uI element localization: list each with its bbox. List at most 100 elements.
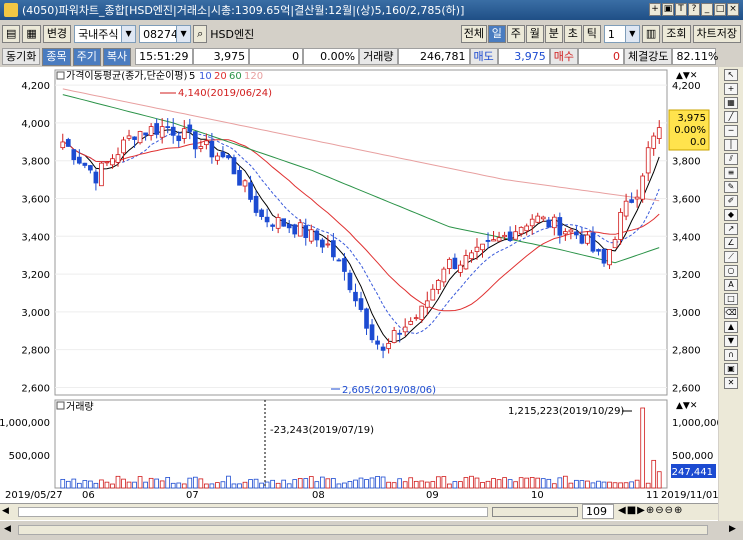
buy-value: 0 [578,48,624,65]
lookup-button[interactable]: 조회 [662,25,691,43]
volume-bar [204,483,209,489]
bottom-right-icon[interactable]: ▶ [729,524,736,534]
volume-bar [165,477,171,489]
rect-tool-icon[interactable]: □ [724,293,738,305]
candle-body [535,215,541,223]
volume-bar [424,481,430,489]
cursor-tool-icon[interactable]: ↖ [724,69,738,81]
panel-controls-icon[interactable]: ▲▼✕ [676,71,697,81]
period-month[interactable]: 월 [525,25,544,43]
candle-body [496,237,502,242]
pen-tool-icon[interactable]: ✎ [724,181,738,193]
chart-area[interactable]: 4,2004,2004,0004,0003,8003,8003,6003,600… [0,67,723,522]
candle-body [524,225,530,232]
minimize-button[interactable]: _ [701,3,713,16]
erase-tool-icon[interactable]: ⌫ [724,307,738,319]
grid-tool-icon[interactable]: ▦ [724,97,738,109]
candle-body [491,239,496,242]
close-button[interactable]: × [727,3,739,16]
trendline-tool-icon[interactable]: ╱ [724,111,738,123]
candle-body [568,229,574,233]
code-select[interactable]: 082740 ▼ [139,25,192,43]
period-tick[interactable]: 틱 [582,25,601,43]
crosshair-tool-icon[interactable]: + [724,83,738,95]
volume-bar [187,477,193,489]
candle-body [469,252,474,260]
volume-bar [126,481,132,489]
text-button[interactable]: T [675,3,687,16]
scroll-thumb[interactable] [492,507,578,517]
arrow-tool-icon[interactable]: ↗ [724,223,738,235]
volume-bar [402,481,408,489]
tab-stock[interactable]: 종목 [42,47,71,66]
high-annotation: 4,140(2019/06/24) [178,88,272,99]
candle-body [325,243,331,246]
candle-body [601,248,607,264]
market-select[interactable]: 국내주식 ▼ [74,25,137,43]
search-icon[interactable]: ⌕ [193,25,208,43]
volume-bar [380,476,386,489]
period-day[interactable]: 일 [487,25,506,43]
help-button[interactable]: ? [688,3,700,16]
fan-tool-icon[interactable]: ⟋ [724,251,738,263]
channel-tool-icon[interactable]: ⫽ [724,153,738,165]
scroll-left-icon[interactable]: ◀ [2,506,9,516]
volume-bar [629,481,634,489]
save-chart-button[interactable]: 차트저장 [692,25,741,43]
bottom-scroll-track[interactable] [18,525,708,535]
volume-panel-controls-icon[interactable]: ▲▼✕ [676,401,697,411]
brush-tool-icon[interactable]: ✐ [724,195,738,207]
marker-tool-icon[interactable]: ◆ [724,209,738,221]
volume-bar [281,479,287,489]
vline-tool-icon[interactable]: │ [724,139,738,151]
circle-tool-icon[interactable]: ○ [724,265,738,277]
down-arrow-tool-icon[interactable]: ▼ [724,335,738,347]
lock-tool-icon[interactable]: ▣ [724,363,738,375]
magnet-tool-icon[interactable]: ∩ [724,349,738,361]
playback-controls-icon[interactable]: ◀■▶⊕⊖⊖⊕ [618,505,683,516]
period-week[interactable]: 주 [506,25,525,43]
crosshair-annotation: -23,243(2019/07/19) [270,425,374,436]
volume-bar [336,483,342,489]
fibonacci-tool-icon[interactable]: ≡ [724,167,738,179]
up-arrow-tool-icon[interactable]: ▲ [724,321,738,333]
pin-button[interactable]: + [649,3,661,16]
chart-scrollbar[interactable]: ◀ 109 ◀■▶⊕⊖⊖⊕ [0,503,718,520]
tile-button[interactable]: ▣ [662,3,674,16]
bottom-left-icon[interactable]: ◀ [4,524,11,534]
hline-tool-icon[interactable]: ─ [724,125,738,137]
candle-body [369,324,375,341]
volume-value: 246,781 [397,48,470,65]
maximize-button[interactable]: □ [714,3,726,16]
candle-body [419,305,425,320]
folder-icon[interactable]: ▦ [22,25,41,43]
tab-period[interactable]: 주기 [72,47,101,66]
delete-tool-icon[interactable]: ✕ [724,377,738,389]
candle-body [623,200,629,217]
scroll-track[interactable] [18,507,488,517]
layout-icon[interactable]: ▤ [2,25,21,43]
volume-bar [557,477,563,489]
volume-bar [65,480,71,489]
candle-body [342,258,347,272]
change-button[interactable]: 변경 [42,25,72,43]
volume-bar [513,481,518,489]
candle-body [126,135,132,139]
period-second[interactable]: 초 [563,25,582,43]
chart-svg[interactable]: 4,2004,2004,0004,0003,8003,8003,6003,600… [0,67,723,503]
period-minute[interactable]: 분 [544,25,563,43]
volume-bar [496,479,502,489]
tab-copy[interactable]: 복사 [102,47,132,66]
settings-icon[interactable]: ▥ [641,25,661,43]
candle-body [375,340,380,345]
zoom-value[interactable]: 109 [582,504,614,519]
text-tool-icon[interactable]: A [724,279,738,291]
volume-label: 거래량 [359,48,398,65]
period-all[interactable]: 전체 [460,25,487,43]
sync-label[interactable]: 동기화 [2,48,41,65]
angle-tool-icon[interactable]: ∠ [724,237,738,249]
volume-bar [579,480,585,489]
candle-body [137,131,143,144]
count-select[interactable]: 1 ▼ [603,25,640,43]
candle-body [507,231,513,241]
